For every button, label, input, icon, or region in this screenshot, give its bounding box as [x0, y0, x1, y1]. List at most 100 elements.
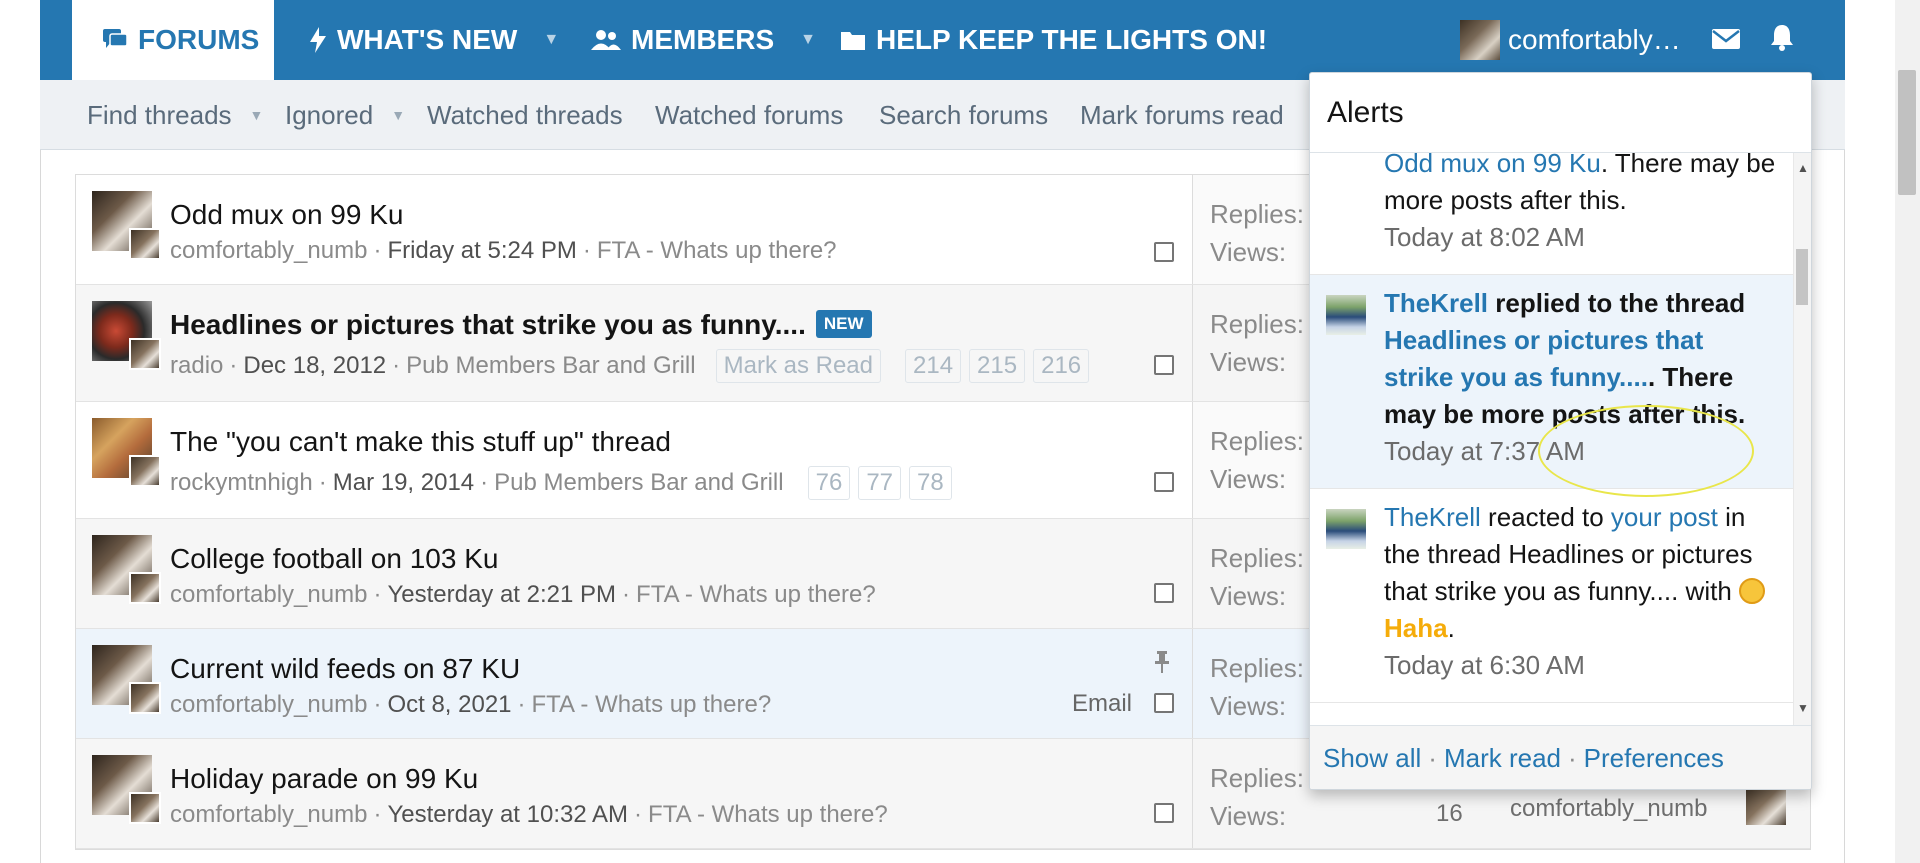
email-label[interactable]: Email [1072, 690, 1132, 718]
chevron-down-icon[interactable]: ▼ [391, 107, 405, 123]
replies-label: Replies: [1210, 426, 1304, 456]
thread-meta: comfortably_numb · Friday at 5:24 PM · FTA… [170, 237, 837, 265]
avatar[interactable] [129, 682, 161, 714]
mark-read-link[interactable]: Mark read [1444, 743, 1561, 774]
avatar[interactable] [1746, 785, 1786, 825]
mark-forums-read-link[interactable]: Mark forums read [1080, 80, 1284, 150]
reaction-label: Haha [1384, 613, 1448, 643]
page-scroll-thumb[interactable] [1898, 70, 1916, 195]
thread-checkbox[interactable] [1154, 472, 1174, 492]
alert-item[interactable]: Odd mux on 99 Ku. There may be more post… [1310, 153, 1795, 275]
alert-time: Today at 6:30 AM [1384, 650, 1585, 680]
avatar[interactable] [129, 792, 161, 824]
thread-author[interactable]: comfortably_numb [170, 801, 367, 829]
search-forums-link[interactable]: Search forums [879, 80, 1048, 150]
replies-label: Replies: [1210, 199, 1304, 229]
alert-user[interactable]: TheKrell [1384, 502, 1481, 532]
avatar[interactable] [1326, 295, 1366, 335]
alerts-scroll-thumb[interactable] [1796, 249, 1808, 305]
alerts-list[interactable]: Odd mux on 99 Ku. There may be more post… [1310, 153, 1795, 725]
thread-title[interactable]: Holiday parade on 99 Ku [170, 763, 478, 795]
avatar[interactable] [129, 455, 161, 487]
thread-title[interactable]: Current wild feeds on 87 KU [170, 653, 520, 685]
thread-title[interactable]: Odd mux on 99 Ku [170, 199, 403, 231]
views-label: Views: [1210, 237, 1287, 267]
views-count: 16 [1436, 800, 1463, 827]
scroll-up-icon[interactable]: ▲ [1794, 161, 1811, 175]
tab-members[interactable]: MEMBERS ▼ [591, 0, 816, 80]
thread-forum[interactable]: FTA - Whats up there? [597, 237, 837, 265]
thread-title[interactable]: Headlines or pictures that strike you as… [170, 309, 806, 340]
alerts-scrollbar[interactable]: ▲ ▼ [1793, 153, 1811, 725]
page-scrollbar[interactable] [1895, 0, 1920, 863]
alert-item[interactable]: TheKrell replied to the thread Headlines… [1310, 275, 1795, 489]
thread-author[interactable]: radio [170, 352, 223, 380]
thread-checkbox[interactable] [1154, 355, 1174, 375]
chevron-down-icon[interactable]: ▼ [800, 31, 816, 49]
find-threads-menu[interactable]: Find threads ▼ [87, 80, 263, 150]
chevron-down-icon[interactable]: ▼ [543, 31, 559, 49]
tab-help-keep-lights-on[interactable]: HELP KEEP THE LIGHTS ON! [840, 0, 1267, 80]
page-link[interactable]: 76 [807, 466, 851, 500]
preferences-link[interactable]: Preferences [1584, 743, 1724, 774]
alert-link[interactable]: Odd mux on 99 Ku [1384, 153, 1601, 178]
avatar[interactable] [129, 572, 161, 604]
page-link[interactable]: 78 [909, 466, 952, 500]
thread-checkbox[interactable] [1154, 803, 1174, 823]
username: comfortably… [1508, 24, 1681, 55]
tab-forums[interactable]: FORUMS [72, 0, 274, 80]
alert-link[interactable]: your post [1611, 502, 1718, 532]
alerts-button[interactable] [1770, 0, 1794, 80]
mark-as-read-button[interactable]: Mark as Read [715, 349, 881, 383]
thread-meta: radio · Dec 18, 2012 · Pub Members Bar and… [170, 349, 1090, 383]
watched-threads-link[interactable]: Watched threads [427, 80, 623, 150]
thread-checkbox[interactable] [1154, 583, 1174, 603]
thread-checkbox[interactable] [1154, 693, 1174, 713]
replies-label: Replies: [1210, 309, 1304, 339]
thread-forum[interactable]: Pub Members Bar and Grill [406, 352, 695, 380]
thread-forum[interactable]: FTA - Whats up there? [648, 801, 888, 829]
scroll-down-icon[interactable]: ▼ [1794, 701, 1811, 715]
members-icon [591, 29, 621, 51]
thread-forum[interactable]: FTA - Whats up there? [636, 581, 876, 609]
thread-author[interactable]: comfortably_numb [170, 581, 367, 609]
thread-date[interactable]: Dec 18, 2012 [243, 352, 386, 380]
alert-item[interactable]: TheKrell reacted to your post in the thr… [1310, 489, 1795, 703]
forums-icon [102, 28, 128, 52]
inbox-button[interactable] [1712, 0, 1740, 80]
alerts-title: Alerts [1310, 73, 1811, 153]
last-poster[interactable]: comfortably_numb [1510, 795, 1707, 823]
thread-date[interactable]: Oct 8, 2021 [387, 691, 511, 719]
page-link[interactable]: 216 [1033, 349, 1090, 383]
thread-date[interactable]: Yesterday at 2:21 PM [387, 581, 616, 609]
thread-author[interactable]: comfortably_numb [170, 237, 367, 265]
thread-title[interactable]: The "you can't make this stuff up" threa… [170, 426, 671, 458]
page-link[interactable]: 214 [905, 349, 962, 383]
ignored-menu[interactable]: Ignored ▼ [285, 80, 405, 150]
thread-title[interactable]: College football on 103 Ku [170, 543, 498, 575]
watched-forums-link[interactable]: Watched forums [655, 80, 843, 150]
thread-checkbox[interactable] [1154, 242, 1174, 262]
page-link[interactable]: 215 [969, 349, 1026, 383]
thread-date[interactable]: Friday at 5:24 PM [387, 237, 576, 265]
chevron-down-icon[interactable]: ▼ [250, 107, 264, 123]
show-all-link[interactable]: Show all [1323, 743, 1421, 774]
thread-date[interactable]: Mar 19, 2014 [333, 469, 474, 497]
avatar[interactable] [129, 228, 161, 260]
new-badge: NEW [815, 309, 872, 338]
thread-forum[interactable]: Pub Members Bar and Grill [494, 469, 783, 497]
thread-author[interactable]: comfortably_numb [170, 691, 367, 719]
avatar[interactable] [1326, 509, 1366, 549]
alert-item[interactable] [1310, 703, 1795, 725]
tab-whats-new[interactable]: WHAT'S NEW ▼ [309, 0, 559, 80]
thread-meta: comfortably_numb · Yesterday at 2:21 PM · … [170, 581, 876, 609]
thread-forum[interactable]: FTA - Whats up there? [532, 691, 772, 719]
avatar[interactable] [129, 338, 161, 370]
alert-user[interactable]: TheKrell [1384, 288, 1488, 318]
thread-author[interactable]: rockymtnhigh [170, 469, 313, 497]
page-link[interactable]: 77 [858, 466, 902, 500]
alert-time: Today at 8:02 AM [1384, 222, 1585, 252]
alert-text: . [1447, 613, 1455, 643]
user-menu[interactable]: comfortably… [1460, 0, 1681, 80]
thread-date[interactable]: Yesterday at 10:32 AM [387, 801, 628, 829]
